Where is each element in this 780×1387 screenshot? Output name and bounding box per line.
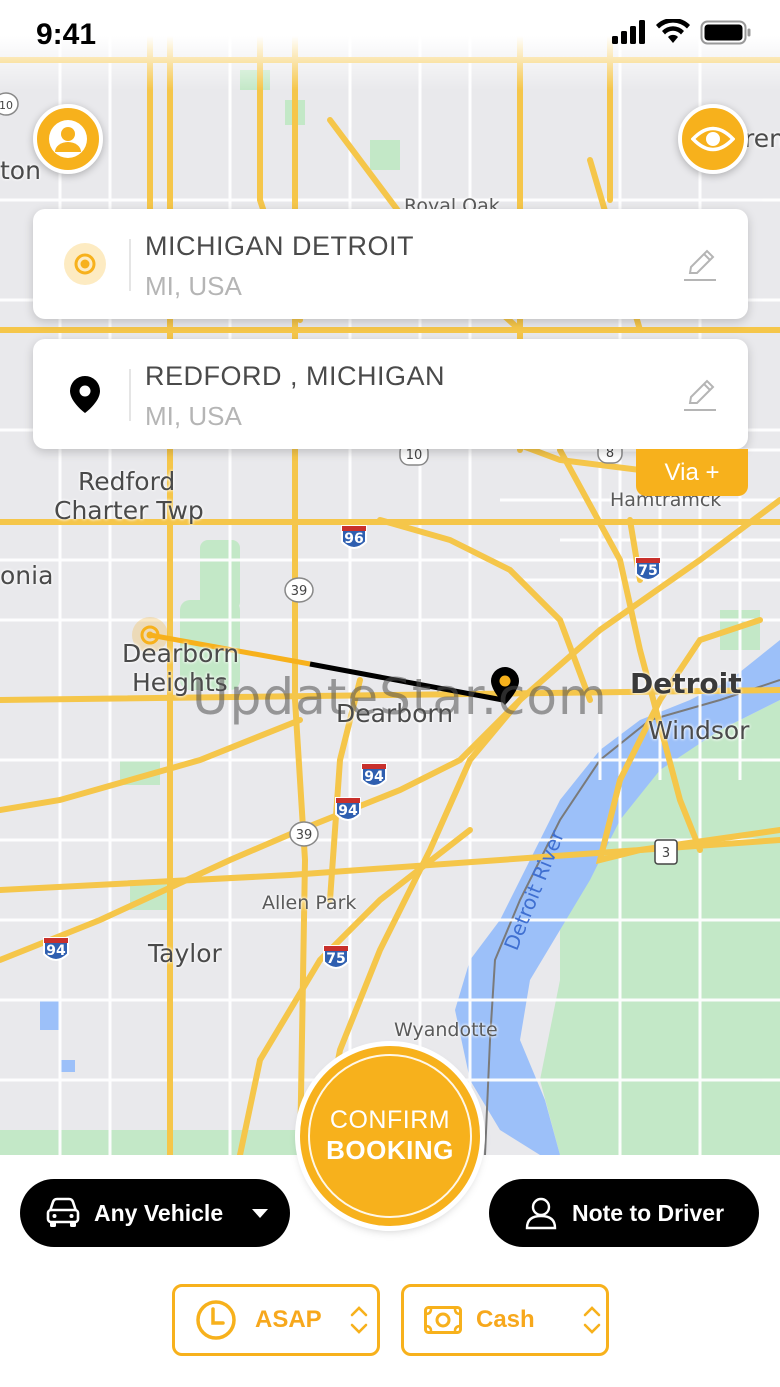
profile-button[interactable] (33, 104, 103, 174)
note-to-driver-button[interactable]: Note to Driver (489, 1179, 759, 1247)
status-time: 9:41 (36, 18, 97, 51)
time-label: ASAP (255, 1306, 322, 1333)
user-icon (49, 120, 87, 158)
map-shield-10-top: 10 (0, 99, 13, 112)
map-canvas: 96 75 94 94 75 94 39 39 10 8 3 10 (0, 0, 780, 1155)
map-shield-75-north: 75 (638, 563, 657, 579)
pickup-location-card[interactable]: MICHIGAN DETROIT MI, USA (33, 209, 748, 319)
map-label-charter-twp: Charter Twp (54, 496, 204, 525)
dropoff-subtitle: MI, USA (145, 401, 242, 431)
map-label-redford: Redford (78, 467, 176, 496)
map-shield-94-c: 94 (46, 943, 66, 959)
view-toggle-button[interactable] (678, 104, 748, 174)
location-pin-icon (63, 372, 107, 416)
payment-method-selector[interactable]: Cash (401, 1284, 609, 1356)
map-label-windsor: Windsor (648, 716, 750, 745)
card-divider (129, 239, 131, 291)
dropoff-title: REDFORD , MICHIGAN (145, 361, 446, 391)
car-icon (46, 1197, 80, 1227)
map-label-wyandotte: Wyandotte (394, 1019, 498, 1041)
map-shield-39-a: 39 (291, 584, 308, 599)
payment-label: Cash (476, 1306, 535, 1333)
map-label-dearborn-heights-1: Dearborn (122, 639, 240, 668)
watermark: UpdateStar.com (192, 668, 608, 726)
confirm-label: CONFIRM (329, 1106, 451, 1134)
up-down-chevron-icon (583, 1306, 600, 1334)
signal-icon (612, 20, 645, 44)
pickup-subtitle: MI, USA (145, 271, 242, 301)
up-down-chevron-icon (350, 1306, 367, 1334)
confirm-booking-button[interactable]: CONFIRM BOOKING (300, 1046, 480, 1226)
map-shield-96: 96 (344, 531, 363, 547)
map-label-ren: ren (744, 124, 780, 153)
person-outline-icon (525, 1197, 557, 1230)
map-shield-94-b: 94 (338, 803, 358, 819)
edit-pencil-icon[interactable] (682, 377, 718, 413)
pickup-time-selector[interactable]: ASAP (172, 1284, 380, 1356)
map-view[interactable]: 96 75 94 94 75 94 39 39 10 8 3 10 Redfor… (0, 0, 780, 1155)
pickup-target-icon (63, 242, 107, 286)
map-label-allen-park: Allen Park (262, 892, 357, 914)
map-label-livonia: onia (0, 561, 54, 590)
card-divider (129, 369, 131, 421)
map-shield-39-b: 39 (296, 828, 313, 843)
status-bar: 9:41 (0, 0, 780, 90)
map-shield-75-south: 75 (326, 951, 345, 967)
cash-icon (424, 1306, 462, 1334)
map-label-detroit: Detroit (630, 667, 742, 700)
vehicle-label: Any Vehicle (94, 1199, 224, 1226)
caret-down-icon (252, 1209, 269, 1218)
map-label-taylor: Taylor (148, 939, 222, 968)
vehicle-selector-button[interactable]: Any Vehicle (20, 1179, 290, 1247)
clock-icon (196, 1300, 236, 1340)
screen: 96 75 94 94 75 94 39 39 10 8 3 10 Redfor… (0, 0, 780, 1387)
wifi-icon (656, 19, 690, 43)
pickup-title: MICHIGAN DETROIT (145, 231, 414, 261)
dropoff-location-card[interactable]: REDFORD , MICHIGAN MI, USA (33, 339, 748, 449)
map-shield-94-a: 94 (364, 769, 384, 785)
map-shield-10: 10 (406, 448, 423, 463)
eye-icon (691, 126, 735, 152)
map-label-ton: ton (0, 156, 41, 185)
add-via-button[interactable]: Via + (636, 449, 748, 496)
note-label: Note to Driver (571, 1199, 725, 1226)
map-shield-3: 3 (662, 846, 670, 861)
battery-icon (700, 20, 751, 45)
edit-pencil-icon[interactable] (682, 247, 718, 283)
booking-label: BOOKING (326, 1135, 454, 1165)
